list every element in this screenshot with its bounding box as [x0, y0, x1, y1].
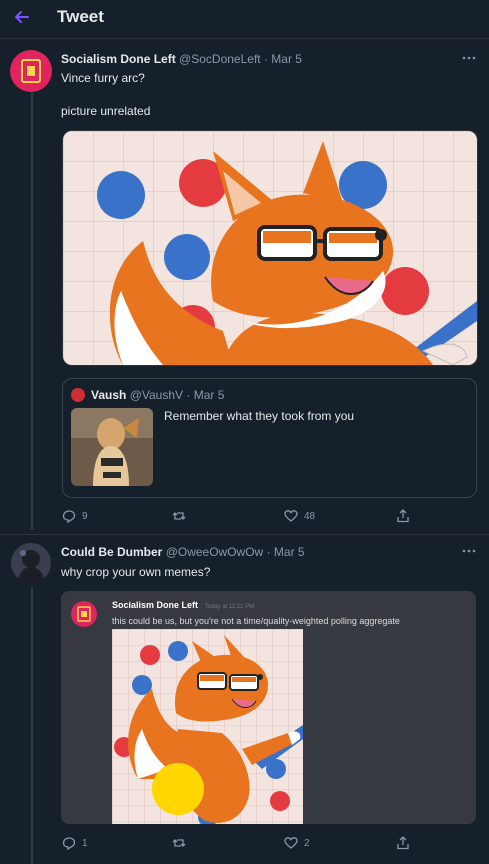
share-button[interactable]	[396, 509, 410, 523]
reply-icon	[62, 837, 76, 850]
share-button[interactable]	[396, 836, 410, 850]
retweet-button[interactable]	[172, 836, 192, 850]
heart-icon	[284, 837, 298, 849]
retweet-icon	[172, 839, 186, 847]
avatar[interactable]	[10, 50, 52, 92]
discord-timestamp: Today at 11:21 PM	[204, 604, 255, 610]
fox-with-glasses-illustration	[63, 131, 477, 365]
thread-line	[31, 587, 33, 864]
like-button[interactable]: 48	[284, 509, 315, 523]
like-button[interactable]: 2	[284, 836, 310, 850]
display-name[interactable]: Socialism Done Left	[61, 52, 176, 66]
page-title: Tweet	[57, 7, 104, 26]
user-handle[interactable]: @VaushV	[130, 388, 183, 402]
discord-screenshot-image[interactable]: Socialism Done Left Today at 11:21 PM th…	[61, 591, 476, 824]
back-arrow-icon[interactable]	[12, 7, 32, 27]
discord-username: Socialism Done Left	[112, 600, 199, 610]
tweet-date[interactable]: · Mar 5	[186, 388, 224, 402]
tweet-text: why crop your own memes?	[61, 565, 211, 579]
tweet-date[interactable]: · Mar 5	[264, 52, 302, 66]
reply-count: 9	[82, 510, 88, 522]
tweet-media-image[interactable]	[62, 130, 478, 366]
socialism-logo-icon	[77, 606, 91, 622]
user-handle[interactable]: @SocDoneLeft	[179, 52, 261, 66]
reply-button[interactable]: 9	[62, 509, 88, 523]
top-bar: Tweet	[0, 0, 489, 39]
reply-button[interactable]: 1	[62, 836, 88, 850]
heart-icon	[284, 510, 298, 522]
avatar[interactable]	[71, 388, 85, 402]
tweet-text: picture unrelated	[61, 104, 151, 118]
tweet-date[interactable]: · Mar 5	[267, 545, 305, 559]
socialism-logo-icon	[21, 59, 41, 83]
retweet-button[interactable]	[172, 509, 192, 523]
avatar	[71, 601, 97, 627]
share-icon	[397, 836, 409, 850]
share-icon	[397, 509, 409, 523]
discord-author-line: Socialism Done Left Today at 11:21 PM	[112, 600, 254, 610]
avatar[interactable]	[11, 543, 51, 583]
user-avatar-image	[11, 543, 51, 583]
quoted-tweet-text: Remember what they took from you	[164, 409, 355, 423]
like-count: 48	[304, 510, 316, 522]
character-thumbnail-image	[71, 408, 153, 486]
retweet-icon	[172, 512, 186, 520]
discord-message: this could be us, but you're not a time/…	[112, 616, 400, 626]
discord-attached-image	[112, 629, 303, 824]
display-name[interactable]: Vaush	[91, 388, 126, 402]
reply-icon	[62, 510, 76, 523]
quoted-thumbnail[interactable]	[71, 408, 153, 486]
tweet-author-line: Could Be Dumber @OweeOwOwOw · Mar 5	[61, 545, 305, 559]
display-name[interactable]: Could Be Dumber	[61, 545, 162, 559]
user-handle[interactable]: @OweeOwOwOw	[166, 545, 264, 559]
fox-with-glasses-illustration	[112, 629, 303, 824]
quoted-tweet[interactable]: Vaush @VaushV · Mar 5 Remember what they…	[62, 378, 477, 498]
like-count: 2	[304, 837, 310, 849]
more-options-icon[interactable]	[462, 55, 476, 61]
tweet-text: Vince furry arc?	[61, 71, 145, 85]
quote-author-line: Vaush @VaushV · Mar 5	[91, 388, 224, 402]
divider	[0, 534, 489, 535]
more-options-icon[interactable]	[462, 548, 476, 554]
thread-line	[31, 92, 33, 530]
reply-count: 1	[82, 837, 88, 849]
tweet-author-line: Socialism Done Left @SocDoneLeft · Mar 5	[61, 52, 302, 66]
